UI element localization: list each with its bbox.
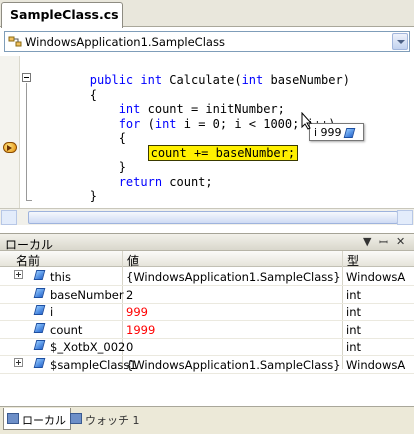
class-selector-value: WindowsApplication1.SampleClass <box>25 35 225 49</box>
horizontal-scrollbar[interactable] <box>0 208 414 225</box>
variable-icon <box>33 305 46 315</box>
expand-icon[interactable] <box>14 270 23 279</box>
variable-name: this <box>50 270 71 284</box>
class-selector[interactable]: WindowsApplication1.SampleClass <box>4 31 410 52</box>
keyword-token: int <box>241 73 264 87</box>
datatip-text: i 999 <box>314 126 342 139</box>
current-statement-arrow-icon <box>3 142 17 153</box>
code-line[interactable]: count += baseNumber; <box>32 144 299 161</box>
variable-value: 999 <box>126 305 148 319</box>
variable-name: $_XotbX_002 <box>50 340 126 354</box>
column-header-value[interactable]: 値 <box>127 252 139 269</box>
scroll-thumb[interactable] <box>28 211 398 224</box>
variable-type: WindowsA <box>346 357 406 372</box>
variable-value: 1999 <box>126 322 156 337</box>
variable-type: int <box>346 340 361 354</box>
locals-row[interactable]: $_XotbX_002 0 int <box>0 338 414 356</box>
code-token: count = initNumber; <box>140 102 285 116</box>
locals-grid-header: 名前 値 型 <box>0 251 414 269</box>
locals-icon <box>7 413 19 424</box>
tab-label: ローカル <box>22 414 66 427</box>
collapse-icon[interactable] <box>22 73 31 82</box>
document-tab[interactable]: SampleClass.cs <box>1 2 123 28</box>
locals-row[interactable]: $sampleClass1 {WindowsApplication1.Sample… <box>0 356 414 374</box>
code-line[interactable]: int count = initNumber; <box>32 102 285 116</box>
code-line[interactable]: for (int i = 0; i < 1000; i++) <box>32 116 336 131</box>
outline-guide <box>26 83 27 201</box>
watch-icon <box>70 413 82 424</box>
variable-name: count <box>50 322 83 337</box>
variable-icon <box>33 340 46 350</box>
locals-row[interactable]: count 1999 int <box>0 321 414 339</box>
code-line[interactable]: return count; <box>32 175 213 189</box>
document-tab-strip: SampleClass.cs <box>0 0 414 28</box>
scroll-right-button[interactable] <box>397 210 413 225</box>
variable-icon <box>33 270 46 280</box>
variable-icon <box>33 287 46 298</box>
tab-watch-1[interactable]: ウォッチ 1 <box>67 408 144 430</box>
keyword-token: int <box>118 102 141 116</box>
keyword-token: for <box>118 116 141 131</box>
code-token: { <box>118 131 126 145</box>
code-token: ( <box>140 116 155 131</box>
mouse-pointer-icon <box>301 112 313 130</box>
keyword-token: return <box>118 174 163 189</box>
class-icon <box>8 36 22 47</box>
tool-window-tabs: ローカル ウォッチ 1 <box>0 406 414 434</box>
variable-value: 0 <box>126 340 134 354</box>
scroll-left-button[interactable] <box>1 210 17 225</box>
code-line[interactable]: public int Calculate(int baseNumber) <box>32 73 350 87</box>
code-line[interactable]: { <box>32 131 126 145</box>
keyword-token: public <box>89 73 134 87</box>
document-tab-label: SampleClass.cs <box>10 7 119 22</box>
variable-name: i <box>50 305 54 319</box>
code-line[interactable]: } <box>32 189 97 203</box>
column-header-name[interactable]: 名前 <box>16 252 40 269</box>
code-token: } <box>89 189 98 203</box>
code-editor[interactable]: public int Calculate(int baseNumber) { i… <box>0 56 414 209</box>
expand-icon[interactable] <box>14 357 23 367</box>
variable-icon <box>343 128 356 138</box>
variable-icon <box>33 322 46 333</box>
variable-name: $sampleClass1 <box>50 357 137 372</box>
code-token: { <box>89 87 98 102</box>
variable-value: 2 <box>126 287 134 302</box>
current-statement-highlight: count += baseNumber; <box>147 144 299 161</box>
variable-type: WindowsA <box>346 270 406 284</box>
column-header-type[interactable]: 型 <box>347 252 359 269</box>
locals-row[interactable]: this {WindowsApplication1.SampleClass} Win… <box>0 268 414 286</box>
datatip[interactable]: i 999 <box>309 123 364 141</box>
variable-name: baseNumber <box>50 287 124 302</box>
chevron-down-icon[interactable] <box>392 33 408 50</box>
variable-value: {WindowsApplication1.SampleClass} <box>126 270 341 284</box>
code-token: baseNumber) <box>263 73 350 87</box>
variable-type: int <box>346 287 361 302</box>
code-line[interactable]: } <box>32 160 126 174</box>
code-token: Calculate( <box>162 73 242 87</box>
auto-hide-pin-button[interactable]: ꟷ <box>379 235 388 250</box>
code-token: count; <box>162 174 213 189</box>
keyword-token: int <box>140 73 163 87</box>
locals-row[interactable]: i 999 int <box>0 303 414 321</box>
code-line[interactable]: { <box>32 88 97 102</box>
locals-panel-header: ローカル ▼ ꟷ ✕ <box>0 233 414 252</box>
variable-type: int <box>346 322 361 337</box>
indicator-margin[interactable] <box>0 56 20 209</box>
code-token: } <box>118 160 126 174</box>
locals-row[interactable]: baseNumber 2 int <box>0 286 414 304</box>
variable-icon <box>33 357 46 368</box>
tab-label: ウォッチ 1 <box>85 414 140 427</box>
variable-type: int <box>346 305 361 319</box>
close-panel-button[interactable]: ✕ <box>396 235 405 248</box>
window-position-button[interactable]: ▼ <box>363 235 371 248</box>
tab-locals[interactable]: ローカル <box>3 408 71 430</box>
keyword-token: int <box>154 116 177 131</box>
locals-grid[interactable]: 名前 値 型 this {WindowsApplication1.SampleCl… <box>0 251 414 405</box>
variable-value: {WindowsApplication1.SampleClass} <box>126 357 341 372</box>
